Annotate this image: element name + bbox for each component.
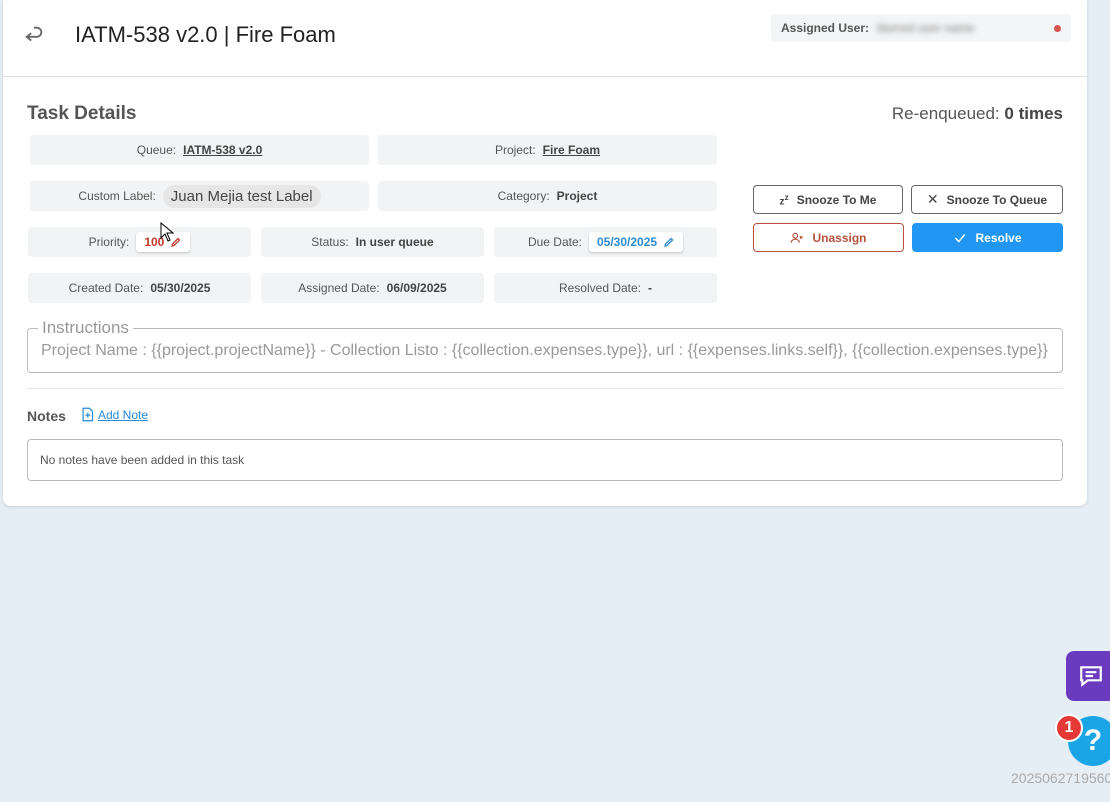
snooze-to-queue-label: Snooze To Queue	[946, 192, 1048, 207]
priority-label: Priority:	[88, 235, 130, 249]
pencil-icon	[664, 237, 674, 247]
status-dot	[1054, 24, 1061, 32]
resolved-date-field: Resolved Date: -	[494, 273, 717, 303]
due-date-label: Due Date:	[527, 235, 582, 249]
snooze-icon: zz	[779, 191, 789, 208]
assigned-date-value: 06/09/2025	[386, 281, 447, 295]
instructions-legend: Instructions	[38, 318, 133, 338]
created-date-label: Created Date:	[68, 281, 144, 295]
reenqueued-count: Re-enqueued: 0 times	[892, 104, 1063, 124]
notes-label: Notes	[27, 408, 66, 424]
snooze-to-me-label: Snooze To Me	[796, 192, 877, 207]
chat-widget-button[interactable]	[1066, 651, 1110, 701]
section-title: Task Details	[27, 103, 137, 124]
assigned-date-label: Assigned Date:	[298, 281, 380, 295]
resolve-button[interactable]: Resolve	[912, 223, 1063, 252]
build-stamp: 20250627195600	[1011, 770, 1110, 786]
priority-field: Priority: 100	[28, 227, 251, 257]
task-header: IATM-538 v2.0 | Fire Foam Assigned User:…	[3, 0, 1087, 77]
created-date-field: Created Date: 05/30/2025	[28, 273, 251, 303]
task-details-card: Task Details Re-enqueued: 0 times Queue:…	[3, 77, 1087, 506]
resolve-label: Resolve	[975, 230, 1022, 245]
queue-link[interactable]: IATM-538 v2.0	[183, 143, 262, 157]
project-link[interactable]: Fire Foam	[543, 143, 600, 157]
status-field: Status: In user queue	[261, 227, 484, 257]
queue-label: Queue:	[136, 143, 177, 157]
assigned-user-name: blurred user name	[877, 21, 975, 35]
status-label: Status:	[311, 235, 349, 249]
reenqueued-value: 0 times	[1004, 104, 1063, 123]
resolved-date-value: -	[648, 281, 653, 295]
reenqueued-label: Re-enqueued:	[891, 104, 1000, 123]
queue-field: Queue: IATM-538 v2.0	[30, 135, 369, 165]
instructions-text: Project Name : {{project.projectName}} -…	[41, 342, 1048, 359]
help-icon: ?	[1083, 724, 1103, 757]
custom-label-chip[interactable]: Juan Mejia test Label	[162, 184, 321, 208]
category-field: Category: Project	[378, 181, 717, 211]
add-note-link[interactable]: Add Note	[81, 407, 148, 422]
assigned-date-field: Assigned Date: 06/09/2025	[261, 273, 484, 303]
notes-empty-text: No notes have been added in this task	[40, 453, 245, 467]
project-label: Project:	[494, 143, 536, 157]
snooze-to-queue-button[interactable]: ✕ Snooze To Queue	[911, 185, 1063, 214]
assigned-user-label: Assigned User:	[781, 21, 870, 35]
custom-label-field: Custom Label: Juan Mejia test Label	[30, 181, 369, 211]
custom-label-label: Custom Label:	[78, 189, 156, 203]
divider	[27, 388, 1063, 389]
instructions-box: Instructions Project Name : {{project.pr…	[27, 318, 1063, 373]
remove-user-icon	[791, 232, 804, 243]
back-arrow-icon[interactable]	[23, 24, 45, 46]
category-value: Project	[556, 189, 598, 203]
add-note-icon	[82, 407, 94, 422]
due-date-field: Due Date: 05/30/2025	[494, 227, 717, 257]
mouse-cursor-icon	[160, 222, 174, 242]
chat-icon	[1080, 666, 1102, 687]
due-date-value: 05/30/2025	[596, 235, 658, 249]
check-icon	[955, 233, 966, 243]
notes-list: No notes have been added in this task	[27, 439, 1063, 481]
resolved-date-label: Resolved Date:	[558, 281, 642, 295]
status-value: In user queue	[355, 235, 434, 249]
project-field: Project: Fire Foam	[378, 135, 717, 165]
close-icon: ✕	[926, 191, 939, 207]
add-note-label: Add Note	[98, 407, 149, 422]
unassign-label: Unassign	[812, 230, 867, 245]
category-label: Category:	[497, 189, 550, 203]
created-date-value: 05/30/2025	[150, 281, 211, 295]
unassign-button[interactable]: Unassign	[753, 223, 904, 252]
snooze-to-me-button[interactable]: zz Snooze To Me	[753, 185, 903, 214]
assigned-user-chip: Assigned User: blurred user name	[771, 14, 1071, 42]
due-date-editor[interactable]: 05/30/2025	[588, 232, 684, 252]
page-title: IATM-538 v2.0 | Fire Foam	[75, 22, 336, 47]
help-notification-badge: 1	[1055, 714, 1083, 742]
